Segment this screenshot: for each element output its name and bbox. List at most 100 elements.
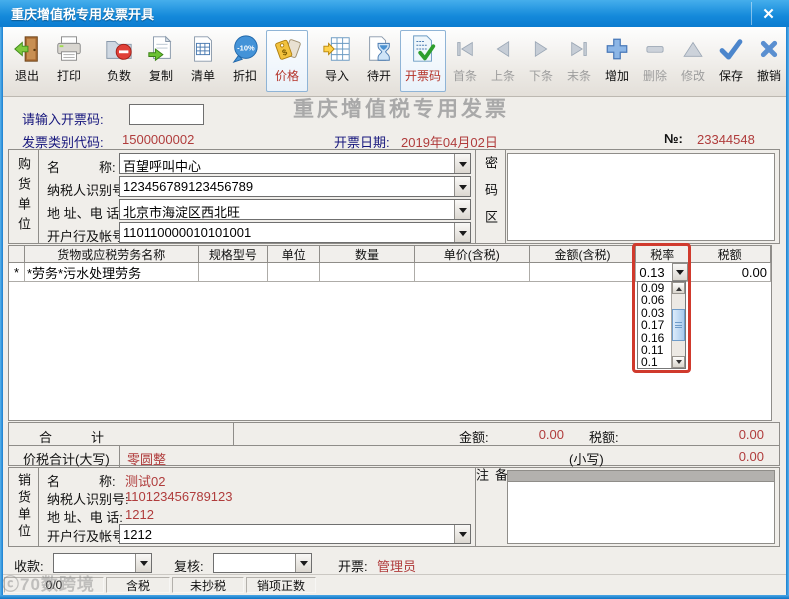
modify-label: 修改	[681, 69, 706, 83]
chevron-down-icon[interactable]	[295, 554, 311, 572]
chevron-down-icon[interactable]	[672, 263, 689, 281]
col-unit: 单位	[268, 246, 321, 263]
amount-cell[interactable]	[529, 263, 637, 282]
total-figures-value: 0.00	[738, 449, 764, 464]
scroll-up-icon[interactable]	[672, 282, 685, 294]
payee-combobox[interactable]	[53, 553, 152, 573]
tax-amount-cell[interactable]: 0.00	[689, 263, 771, 282]
reviewer-value	[214, 554, 295, 572]
price-label: 价格	[274, 69, 299, 83]
enter-code-label: 请输入开票码:	[22, 112, 104, 127]
exit-button[interactable]: 退出	[6, 30, 48, 92]
invoice-code-input[interactable]	[129, 104, 204, 125]
print-button[interactable]: 打印	[48, 30, 90, 92]
seller-panel-label-cell: 销货单位	[9, 468, 39, 546]
import-button[interactable]: 导入	[316, 30, 358, 92]
chevron-down-icon[interactable]	[454, 223, 470, 242]
reviewer-combobox[interactable]	[213, 553, 312, 573]
undo-x-icon	[753, 33, 785, 65]
seller-name-label: 名 称:	[47, 474, 116, 489]
chevron-down-icon[interactable]	[454, 525, 470, 543]
exit-door-icon	[11, 33, 43, 65]
discount-button[interactable]: -10% 折扣	[224, 30, 266, 92]
chevron-down-icon[interactable]	[454, 200, 470, 219]
add-plus-icon	[601, 33, 633, 65]
invoice-no-label: №:	[664, 131, 683, 146]
exit-label: 退出	[14, 69, 39, 83]
printer-icon	[53, 33, 85, 65]
add-label: 增加	[605, 69, 630, 83]
buyer-bank-label: 开户行及帐号:	[47, 229, 129, 244]
totals-vdivider	[233, 423, 234, 445]
save-check-icon	[715, 33, 747, 65]
buyer-taxid-combobox[interactable]: 123456789123456789	[119, 176, 471, 197]
scroll-down-icon[interactable]	[672, 356, 685, 368]
price-button[interactable]: $ 价格	[266, 30, 308, 92]
pending-label: 待开	[366, 69, 391, 83]
hourglass-page-icon	[363, 33, 395, 65]
pending-button[interactable]: 待开	[358, 30, 400, 92]
close-icon[interactable]: ✕	[751, 2, 785, 25]
save-button[interactable]: 保存	[712, 30, 750, 92]
invoice-code-check-icon	[407, 33, 439, 65]
window-title: 重庆增值税专用发票开具	[11, 7, 155, 22]
next-record-icon	[525, 33, 557, 65]
password-area-label: 密码区	[483, 156, 498, 237]
invoice-code-button[interactable]: 开票码	[400, 30, 447, 92]
list-label: 清单	[190, 69, 215, 83]
delete-minus-icon	[639, 33, 671, 65]
status-tax-included: 含税	[106, 577, 170, 593]
discount-badge-icon: -10%	[229, 33, 261, 65]
sum-amount-label: 金额:	[459, 430, 489, 445]
add-button[interactable]: 增加	[598, 30, 636, 92]
remark-label: 备注	[474, 468, 508, 509]
remark-textarea[interactable]	[507, 481, 775, 544]
buyer-bank-value: 110110000010101001	[123, 225, 252, 240]
chevron-down-icon[interactable]	[135, 554, 151, 572]
buyer-panel-label: 购货单位	[16, 156, 31, 237]
buyer-name-combobox[interactable]: 百望呼叫中心	[119, 153, 471, 174]
chevron-down-icon[interactable]	[454, 154, 470, 173]
buyer-name-label: 名 称:	[47, 160, 116, 175]
seller-bank-combobox[interactable]: 1212	[119, 524, 471, 544]
buyer-name-value: 百望呼叫中心	[123, 159, 202, 173]
import-label: 导入	[324, 69, 349, 83]
buyer-bank-combobox[interactable]: 110110000010101001	[119, 222, 471, 243]
price-tag-icon: $	[271, 33, 303, 65]
col-spec: 规格型号	[198, 246, 269, 263]
undo-button[interactable]: 撤销	[750, 30, 788, 92]
modify-button: 修改	[674, 30, 712, 92]
status-bar: 0/0 含税 未抄税 销项正数	[3, 574, 786, 595]
spec-cell[interactable]	[198, 263, 269, 282]
invoice-app-window: 重庆增值税专用发票开具 ✕ 退出 打印 负数 复制 清单 -10% 折扣 $ 价…	[0, 0, 789, 599]
buyer-address-combobox[interactable]: 北京市海淀区西北旺	[119, 199, 471, 220]
dropdown-scrollbar[interactable]	[671, 282, 685, 368]
sum-tax-value: 0.00	[738, 427, 764, 442]
scrollbar-thumb[interactable]	[672, 309, 685, 341]
issuer-value: 管理员	[377, 559, 417, 574]
password-area-label-cell: 密码区	[475, 150, 506, 243]
seller-panel: 销货单位 名 称: 测试02 纳税人识别号: 110123456789123 地…	[8, 467, 780, 547]
prev-record-button: 上条	[484, 30, 522, 92]
chevron-down-icon[interactable]	[454, 177, 470, 196]
totals-section: 合 计 金额: 0.00 税额: 0.00 价税合计(大写) 零圆整 (小写) …	[8, 422, 780, 467]
col-unit-price: 单价(含税)	[414, 246, 530, 263]
copy-page-icon	[145, 33, 177, 65]
status-not-copied: 未抄税	[172, 577, 244, 593]
unit-price-cell[interactable]	[414, 263, 530, 282]
list-button[interactable]: 清单	[182, 30, 224, 92]
negative-button[interactable]: 负数	[98, 30, 140, 92]
total-words-value: 零圆整	[127, 452, 167, 467]
total-words-label: 价税合计(大写)	[23, 452, 110, 467]
seller-bank-label: 开户行及帐号:	[47, 529, 129, 544]
qty-cell[interactable]	[320, 263, 415, 282]
save-label: 保存	[719, 69, 744, 83]
status-empty-cell	[318, 577, 783, 593]
goods-name-cell[interactable]: *劳务*污水处理劳务	[24, 263, 199, 282]
tax-rate-combobox[interactable]: 0.13	[636, 263, 689, 281]
table-row[interactable]: * *劳务*污水处理劳务 0.13 0.00	[9, 263, 771, 282]
copy-button[interactable]: 复制	[140, 30, 182, 92]
seller-address-label: 地 址、电 话:	[47, 510, 123, 525]
row-marker: *	[9, 263, 25, 282]
unit-cell[interactable]	[268, 263, 321, 282]
